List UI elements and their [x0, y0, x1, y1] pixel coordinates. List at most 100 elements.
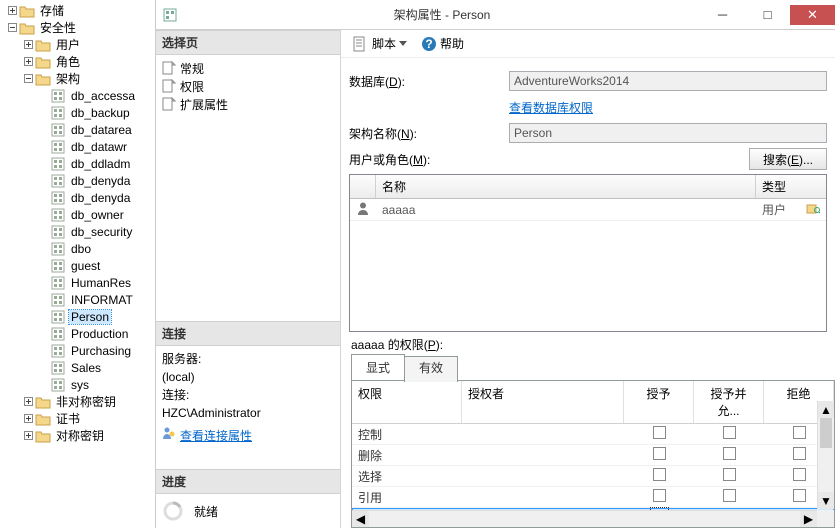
view-connection-link[interactable]: 查看连接属性 [180, 427, 252, 445]
tree-node-schema-item[interactable]: db_denyda [0, 172, 155, 189]
page-extended[interactable]: 扩展属性 [162, 95, 334, 113]
tree-node-schema-item[interactable]: Person [0, 308, 155, 325]
scroll-left-icon[interactable]: ◀ [352, 511, 369, 527]
with-grant-checkbox[interactable] [723, 426, 736, 439]
tree-node-schema-item[interactable]: db_owner [0, 206, 155, 223]
tab-explicit[interactable]: 显式 [351, 354, 405, 380]
scroll-thumb[interactable] [820, 418, 832, 448]
collapse-icon[interactable] [6, 22, 18, 34]
deny-checkbox[interactable] [793, 426, 806, 439]
tree-node-schema-item[interactable]: db_ddladm [0, 155, 155, 172]
tree-label: db_datarea [69, 123, 134, 137]
close-button[interactable]: ✕ [790, 5, 835, 25]
users-roles-grid[interactable]: 名称 类型 aaaaa 用户 [349, 174, 827, 332]
tree-node-schema-item[interactable]: INFORMAT [0, 291, 155, 308]
tree-node-roles[interactable]: 角色 [0, 53, 155, 70]
permission-row[interactable]: 引用 [352, 487, 834, 508]
tree-label: sys [69, 378, 91, 392]
page-general[interactable]: 常规 [162, 59, 334, 77]
maximize-button[interactable]: □ [745, 5, 790, 25]
col-type[interactable]: 类型 [756, 175, 826, 198]
grant-checkbox[interactable] [653, 489, 666, 502]
schema-icon [50, 292, 66, 308]
view-db-permissions-link[interactable]: 查看数据库权限 [509, 99, 593, 116]
col-grant[interactable]: 授予 [624, 381, 694, 423]
page-icon [162, 79, 176, 93]
tree-node-schema-item[interactable]: Purchasing [0, 342, 155, 359]
deny-checkbox[interactable] [793, 489, 806, 502]
expand-icon[interactable] [22, 430, 34, 442]
col-name[interactable]: 名称 [376, 175, 756, 198]
grant-checkbox[interactable] [653, 468, 666, 481]
tree-node-schema-item[interactable]: db_security [0, 223, 155, 240]
col-with-grant[interactable]: 授予并允... [694, 381, 764, 423]
expand-icon[interactable] [22, 56, 34, 68]
with-grant-checkbox[interactable] [723, 468, 736, 481]
tree-node-schema-item[interactable]: sys [0, 376, 155, 393]
search-button[interactable]: 搜索(E)... [749, 148, 827, 170]
schema-name-field[interactable] [509, 123, 827, 143]
page-permissions[interactable]: 权限 [162, 77, 334, 95]
with-grant-checkbox[interactable] [723, 447, 736, 460]
tree-label: guest [69, 259, 102, 273]
grid-row[interactable]: aaaaa 用户 [350, 199, 826, 221]
horizontal-scrollbar[interactable]: ◀ ▶ [352, 510, 817, 527]
grant-checkbox[interactable] [653, 447, 666, 460]
permission-row[interactable]: 控制 [352, 424, 834, 445]
tree-node-security[interactable]: 安全性 [0, 19, 155, 36]
object-explorer-tree[interactable]: 存储 安全性 用户 角色 架构 db_accessadb_backup db_da… [0, 0, 156, 528]
tab-effective[interactable]: 有效 [404, 356, 458, 382]
permissions-grid[interactable]: 权限 授权者 授予 授予并允... 拒绝 控制删除选择引用执行 ▲ ▼ ◀ ▶ [351, 380, 835, 528]
dropdown-icon[interactable] [399, 41, 407, 46]
expand-icon[interactable] [6, 5, 18, 17]
tree-label: db_ddladm [69, 157, 132, 171]
tree-node-schema-item[interactable]: db_datarea [0, 121, 155, 138]
minimize-button[interactable]: ─ [700, 5, 745, 25]
col-permission[interactable]: 权限 [352, 381, 462, 423]
browse-icon[interactable] [806, 202, 820, 217]
tree-node-schema-item[interactable]: db_accessa [0, 87, 155, 104]
folder-icon [35, 71, 51, 87]
collapse-icon[interactable] [22, 73, 34, 85]
tree-node-asym-keys[interactable]: 非对称密钥 [0, 393, 155, 410]
tree-node-schema-item[interactable]: Production [0, 325, 155, 342]
expand-icon[interactable] [22, 39, 34, 51]
permission-row[interactable]: 删除 [352, 445, 834, 466]
tree-label: 用户 [54, 36, 82, 53]
tree-label: 架构 [54, 70, 82, 87]
col-grantor[interactable]: 授权者 [462, 381, 624, 423]
deny-checkbox[interactable] [793, 468, 806, 481]
dialog-right-pane: 脚本 ? 帮助 数据库(D): 查看数据库权限 架构名称(N [341, 30, 835, 528]
tree-node-sym-keys[interactable]: 对称密钥 [0, 427, 155, 444]
tree-node-users[interactable]: 用户 [0, 36, 155, 53]
help-button[interactable]: ? 帮助 [417, 33, 468, 54]
tree-node-schema-item[interactable]: Sales [0, 359, 155, 376]
schema-icon [50, 173, 66, 189]
tree-node-schema-item[interactable]: guest [0, 257, 155, 274]
deny-checkbox[interactable] [793, 447, 806, 460]
expand-icon[interactable] [22, 413, 34, 425]
with-grant-checkbox[interactable] [723, 489, 736, 502]
database-field[interactable] [509, 71, 827, 91]
tree-node-schema-item[interactable]: HumanRes [0, 274, 155, 291]
tree-node-storage[interactable]: 存储 [0, 2, 155, 19]
grant-checkbox[interactable] [653, 426, 666, 439]
scroll-up-icon[interactable]: ▲ [818, 401, 834, 418]
help-label: 帮助 [440, 35, 464, 52]
vertical-scrollbar[interactable]: ▲ ▼ [817, 401, 834, 509]
tree-node-schema-item[interactable]: db_datawr [0, 138, 155, 155]
tree-node-schemas[interactable]: 架构 [0, 70, 155, 87]
expand-icon[interactable] [22, 396, 34, 408]
dialog-left-pane: 选择页 常规 权限 扩展属性 连接 服务器: (local) 连接: HZC\A… [156, 30, 341, 528]
scroll-right-icon[interactable]: ▶ [800, 511, 817, 527]
database-label: 数据库(D): [349, 73, 499, 90]
tree-node-schema-item[interactable]: db_denyda [0, 189, 155, 206]
script-button[interactable]: 脚本 [349, 33, 411, 54]
scroll-down-icon[interactable]: ▼ [818, 492, 834, 509]
tree-node-certs[interactable]: 证书 [0, 410, 155, 427]
titlebar[interactable]: 架构属性 - Person ─ □ ✕ [156, 0, 835, 30]
tree-node-schema-item[interactable]: db_backup [0, 104, 155, 121]
tree-label: db_owner [69, 208, 126, 222]
tree-node-schema-item[interactable]: dbo [0, 240, 155, 257]
permission-row[interactable]: 选择 [352, 466, 834, 487]
